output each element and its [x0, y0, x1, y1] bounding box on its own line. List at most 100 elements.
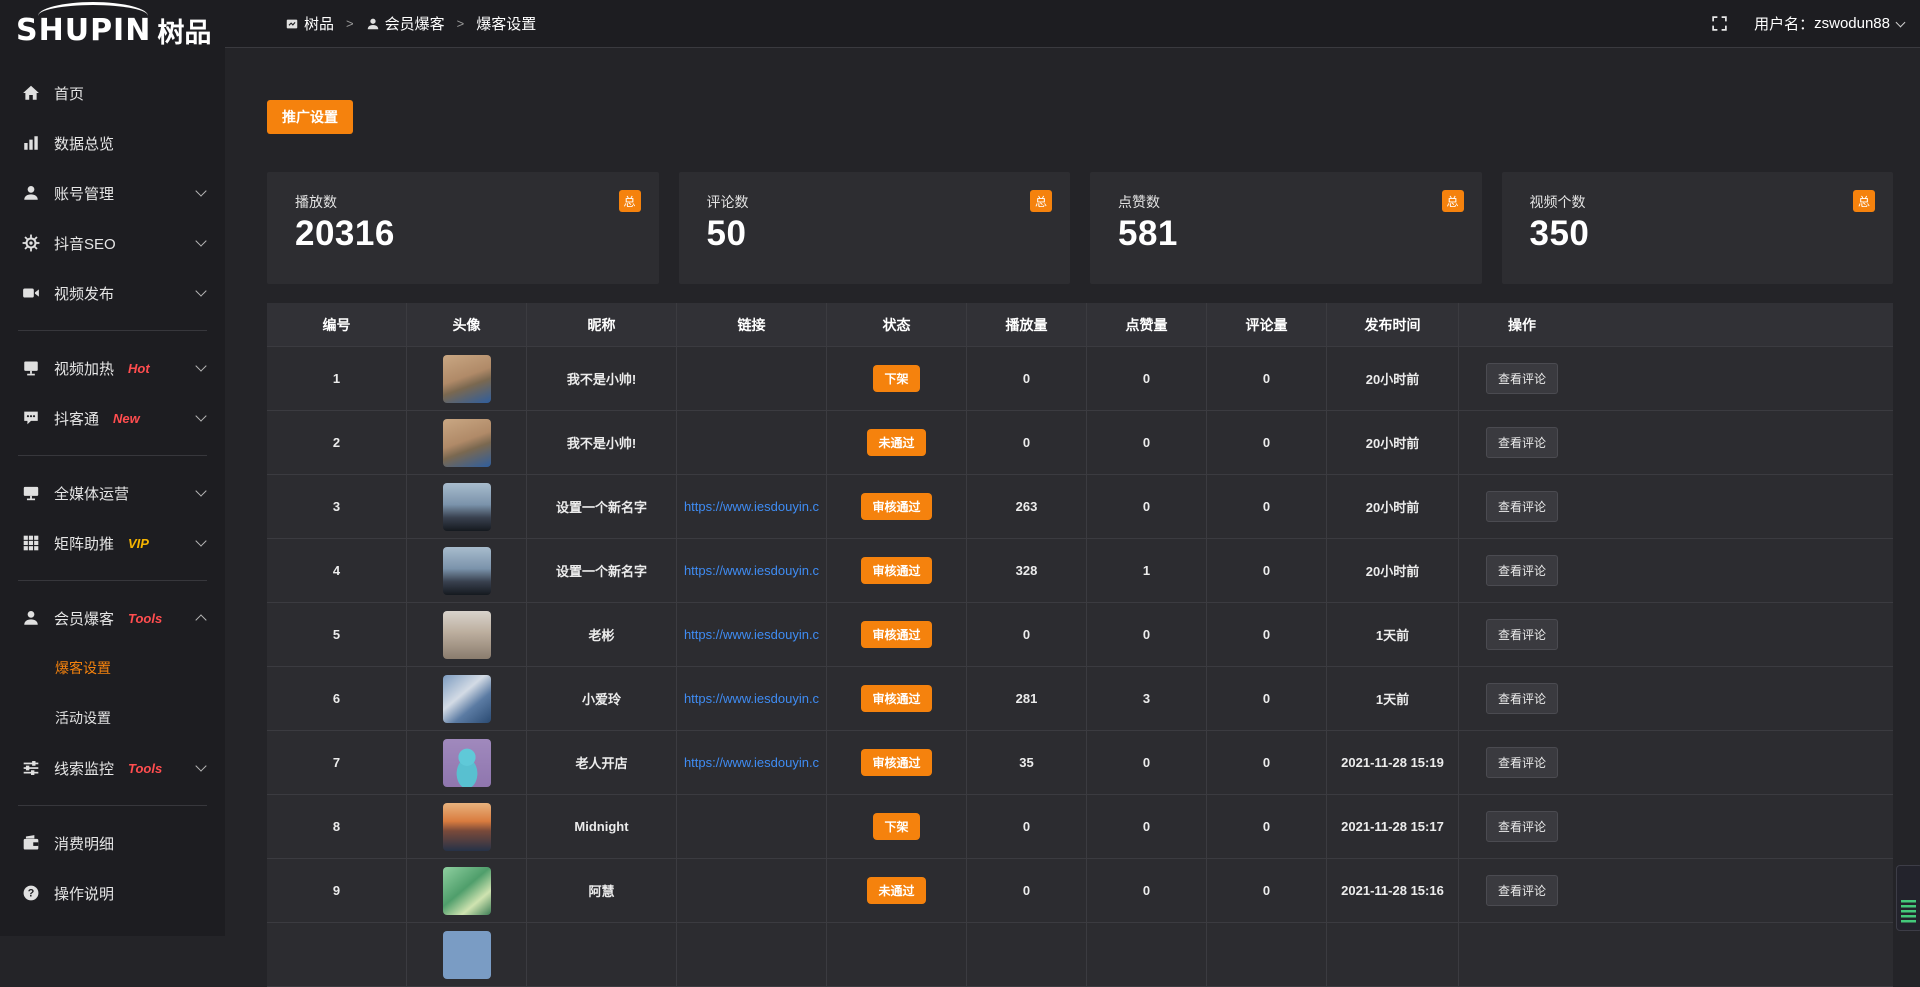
chevron-down-icon	[195, 360, 206, 371]
user-icon	[22, 184, 40, 202]
video-link[interactable]: https://www.iesdouyin.c	[684, 627, 819, 642]
row-filler	[1585, 475, 1893, 538]
gear-icon	[22, 234, 40, 252]
sidebar-item-18[interactable]: ?操作说明	[0, 868, 225, 918]
status-badge: 未通过	[867, 877, 925, 904]
likes-cell: 1	[1087, 539, 1207, 602]
comments-cell: 0	[1207, 411, 1327, 474]
likes-cell: 3	[1087, 667, 1207, 730]
avatar	[443, 547, 491, 595]
time-cell: 2021-11-28 15:19	[1327, 731, 1459, 794]
sidebar-item-3[interactable]: 抖音SEO	[0, 218, 225, 268]
view-comments-button[interactable]: 查看评论	[1486, 619, 1558, 650]
stat-card-2: 点赞数581总	[1090, 172, 1482, 284]
view-comments-button[interactable]: 查看评论	[1486, 811, 1558, 842]
home-icon	[22, 84, 40, 102]
link-cell: https://www.iesdouyin.c	[677, 603, 827, 666]
sidebar-item-label: 首页	[54, 83, 84, 104]
sidebar-item-17[interactable]: 消费明细	[0, 818, 225, 868]
chevron-down-icon	[195, 410, 206, 421]
table-row: 1我不是小帅!下架00020小时前查看评论	[267, 347, 1893, 411]
row-filler	[1585, 539, 1893, 602]
plays-cell: 0	[967, 347, 1087, 410]
floating-widget[interactable]	[1896, 865, 1920, 931]
sidebar-item-9[interactable]: 全媒体运营	[0, 468, 225, 518]
video-link[interactable]: https://www.iesdouyin.c	[684, 563, 819, 578]
view-comments-button[interactable]: 查看评论	[1486, 363, 1558, 394]
breadcrumb-item-1[interactable]: 会员爆客	[366, 13, 445, 34]
action-cell: 查看评论	[1459, 795, 1585, 858]
status-cell	[827, 923, 967, 986]
time-cell: 1天前	[1327, 667, 1459, 730]
chevron-down-icon	[195, 185, 206, 196]
status-badge: 审核通过	[861, 685, 931, 712]
action-cell: 查看评论	[1459, 731, 1585, 794]
stat-card-label: 视频个数	[1530, 192, 1876, 212]
sidebar-item-15[interactable]: 线索监控Tools	[0, 743, 225, 793]
comments-cell: 0	[1207, 475, 1327, 538]
video-link[interactable]: https://www.iesdouyin.c	[684, 755, 819, 770]
plays-cell: 328	[967, 539, 1087, 602]
comments-cell: 0	[1207, 667, 1327, 730]
likes-cell: 0	[1087, 475, 1207, 538]
likes-cell: 0	[1087, 347, 1207, 410]
view-comments-button[interactable]: 查看评论	[1486, 555, 1558, 586]
username-label: 用户名：	[1754, 13, 1814, 34]
column-header-6: 点赞量	[1087, 303, 1207, 346]
view-comments-button[interactable]: 查看评论	[1486, 747, 1558, 778]
app-logo: SHUPIN 树品	[0, 0, 225, 60]
chevron-down-icon	[1896, 17, 1906, 27]
video-link[interactable]: https://www.iesdouyin.c	[684, 691, 819, 706]
time-cell: 2021-11-28 15:16	[1327, 859, 1459, 922]
status-badge: 审核通过	[861, 557, 931, 584]
sidebar-item-0[interactable]: 首页	[0, 68, 225, 118]
breadcrumb-label: 会员爆客	[385, 13, 445, 34]
time-cell	[1327, 923, 1459, 986]
row-number: 6	[267, 667, 407, 730]
promo-settings-button[interactable]: 推广设置	[267, 100, 353, 134]
stat-card-label: 播放数	[295, 192, 641, 212]
action-cell	[1459, 923, 1585, 986]
status-cell: 下架	[827, 347, 967, 410]
sidebar-item-4[interactable]: 视频发布	[0, 268, 225, 318]
view-comments-button[interactable]: 查看评论	[1486, 491, 1558, 522]
sidebar-item-badge: Tools	[128, 611, 162, 626]
sidebar-item-12[interactable]: 会员爆客Tools	[0, 593, 225, 643]
video-link[interactable]: https://www.iesdouyin.c	[684, 499, 819, 514]
sidebar-item-label: 视频加热	[54, 358, 114, 379]
sidebar-item-label: 全媒体运营	[54, 483, 129, 504]
row-filler	[1585, 795, 1893, 858]
fullscreen-icon[interactable]	[1711, 15, 1728, 32]
breadcrumb-separator: >	[457, 16, 465, 31]
likes-cell: 0	[1087, 859, 1207, 922]
heat-monitor-icon	[22, 359, 40, 377]
user-dropdown[interactable]: 用户名： zswodun88	[1754, 13, 1904, 34]
row-number: 2	[267, 411, 407, 474]
likes-cell: 0	[1087, 603, 1207, 666]
total-badge: 总	[619, 190, 641, 212]
avatar	[443, 483, 491, 531]
avatar	[443, 803, 491, 851]
stat-card-value: 581	[1118, 214, 1464, 254]
sidebar-subitem-13[interactable]: 爆客设置	[0, 643, 225, 693]
avatar	[443, 419, 491, 467]
total-badge: 总	[1030, 190, 1052, 212]
avatar-cell	[407, 923, 527, 986]
sidebar-item-label: 抖客通	[54, 408, 99, 429]
nickname-cell: 阿慧	[527, 859, 677, 922]
breadcrumb-item-0[interactable]: 树品	[285, 13, 334, 34]
time-cell: 20小时前	[1327, 475, 1459, 538]
nickname-cell	[527, 923, 677, 986]
sidebar-item-10[interactable]: 矩阵助推VIP	[0, 518, 225, 568]
header-filler	[1585, 303, 1893, 346]
sidebar-subitem-14[interactable]: 活动设置	[0, 693, 225, 743]
table-header-row: 编号头像昵称链接状态播放量点赞量评论量发布时间操作	[267, 303, 1893, 347]
view-comments-button[interactable]: 查看评论	[1486, 875, 1558, 906]
sidebar-item-6[interactable]: 视频加热Hot	[0, 343, 225, 393]
sidebar-item-2[interactable]: 账号管理	[0, 168, 225, 218]
view-comments-button[interactable]: 查看评论	[1486, 683, 1558, 714]
sidebar-item-1[interactable]: 数据总览	[0, 118, 225, 168]
sidebar-item-7[interactable]: 抖客通New	[0, 393, 225, 443]
avatar-cell	[407, 731, 527, 794]
view-comments-button[interactable]: 查看评论	[1486, 427, 1558, 458]
